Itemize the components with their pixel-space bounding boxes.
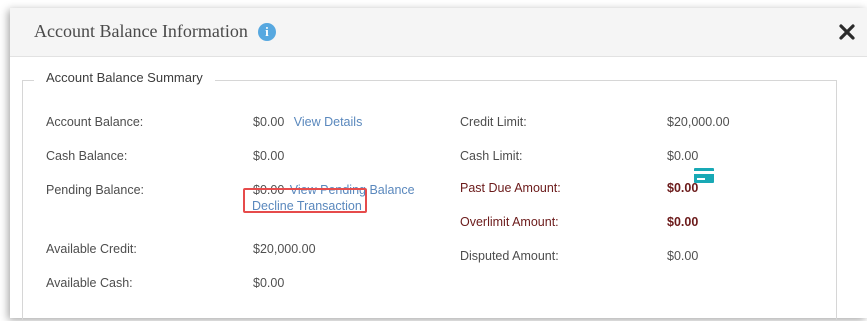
summary-legend: Account Balance Summary bbox=[34, 70, 215, 85]
past-due-amount-value: $0.00 bbox=[667, 181, 699, 195]
modal-title: Account Balance Information bbox=[34, 21, 248, 41]
view-details-link[interactable]: View Details bbox=[294, 115, 363, 129]
credit-card-icon[interactable] bbox=[694, 168, 714, 183]
modal-title-row: Account Balance Information i bbox=[34, 21, 276, 42]
disputed-amount-value: $0.00 bbox=[667, 249, 699, 263]
available-credit-label: Available Credit: bbox=[46, 242, 137, 256]
info-icon[interactable]: i bbox=[257, 22, 276, 41]
available-cash-value: $0.00 bbox=[253, 276, 285, 290]
available-credit-value: $20,000.00 bbox=[253, 242, 316, 256]
credit-limit-value: $20,000.00 bbox=[667, 115, 730, 129]
past-due-amount-label: Past Due Amount: bbox=[460, 181, 561, 195]
pending-balance-label: Pending Balance: bbox=[46, 183, 144, 197]
account-balance-label: Account Balance: bbox=[46, 115, 144, 129]
cash-limit-label: Cash Limit: bbox=[460, 149, 523, 163]
account-balance-row-value: $0.00 View Details bbox=[253, 115, 362, 129]
overlimit-amount-value: $0.00 bbox=[667, 215, 699, 229]
cash-balance-value: $0.00 bbox=[253, 149, 285, 163]
overlimit-amount-label: Overlimit Amount: bbox=[460, 215, 559, 229]
disputed-amount-label: Disputed Amount: bbox=[460, 249, 559, 263]
close-icon[interactable] bbox=[837, 22, 857, 42]
cash-limit-value: $0.00 bbox=[667, 149, 699, 163]
decline-transaction-link[interactable]: Decline Transaction bbox=[252, 199, 362, 213]
modal-header: Account Balance Information i bbox=[10, 8, 867, 57]
credit-limit-label: Credit Limit: bbox=[460, 115, 527, 129]
account-balance-value: $0.00 bbox=[253, 115, 285, 129]
available-cash-label: Available Cash: bbox=[46, 276, 133, 290]
cash-balance-label: Cash Balance: bbox=[46, 149, 128, 163]
